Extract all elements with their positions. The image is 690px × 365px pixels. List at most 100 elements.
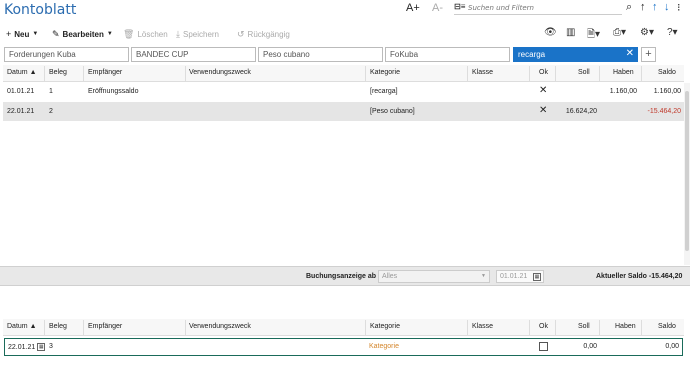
column-header-datum[interactable]: Datum ▲ — [7, 69, 37, 76]
cell-datum: 22.01.21 — [7, 108, 35, 115]
editor-header-soll: Soll — [578, 323, 590, 330]
cell-kategorie: [recarga] — [370, 88, 398, 95]
delete-button-label: Löschen — [137, 29, 168, 39]
buchungsanzeige-value: Alles — [382, 273, 398, 280]
editor-header-ok: Ok — [539, 323, 548, 330]
editor-header-kategorie: Kategorie — [370, 323, 400, 330]
scrollbar-thumb[interactable] — [685, 91, 689, 251]
arrow-up-icon[interactable]: ↑ — [652, 1, 658, 13]
previous-icon[interactable]: ↑ — [640, 1, 646, 13]
editor-header-saldo: Saldo — [658, 323, 676, 330]
cell-kategorie: [Peso cubano] — [370, 108, 415, 115]
filter-chip-forderungen-kuba[interactable]: Forderungen Kuba — [4, 47, 129, 62]
table-row[interactable]: 01.01.21 1 Eröffnungssaldo [recarga] ✕ 1… — [3, 82, 684, 101]
column-header-empfaenger[interactable]: Empfänger — [88, 69, 122, 76]
editor-kategorie-input[interactable]: Kategorie — [369, 343, 399, 350]
vertical-scrollbar[interactable] — [684, 83, 690, 265]
cell-saldo: 1.160,00 — [653, 88, 681, 95]
editor-ok-checkbox[interactable] — [539, 342, 548, 351]
current-balance: Aktueller Saldo -15.464,20 — [596, 273, 683, 280]
editor-header-verwendungszweck: Verwendungszweck — [189, 323, 251, 330]
column-header-kategorie[interactable]: Kategorie — [370, 69, 400, 76]
arrow-down-icon[interactable]: ↓ — [664, 1, 670, 13]
table-header: Datum ▲ Beleg Empfänger Verwendungszweck… — [3, 65, 684, 82]
columns-icon[interactable]: ▥ — [566, 27, 575, 38]
column-header-haben[interactable]: Haben — [613, 69, 634, 76]
eye-icon[interactable]: 👁 — [544, 27, 557, 38]
filter-list-icon: ⊟≡ — [454, 2, 466, 11]
export-icon[interactable]: 🗎▾ — [587, 27, 600, 44]
cell-saldo: -15.464,20 — [647, 108, 681, 115]
editor-klasse-input[interactable] — [470, 343, 528, 353]
more-icon[interactable]: ⁝ — [677, 1, 681, 14]
cell-beleg: 1 — [49, 88, 53, 95]
column-header-soll[interactable]: Soll — [578, 69, 590, 76]
date-from-field[interactable]: 01.01.21 ▦ — [496, 270, 544, 283]
cell-datum: 01.01.21 — [7, 88, 35, 95]
editor-header-beleg: Beleg — [49, 323, 67, 330]
cell-beleg: 2 — [49, 108, 53, 115]
editor-header: Datum ▲ Beleg Empfänger Verwendungszweck… — [3, 319, 684, 336]
search-icon[interactable]: ⌕ — [626, 1, 632, 14]
sort-asc-icon: ▲ — [29, 69, 37, 76]
editor-header-datum: Datum ▲ — [7, 323, 37, 330]
editor-header-klasse: Klasse — [472, 323, 494, 330]
buchungsanzeige-label: Buchungsanzeige ab — [306, 273, 377, 280]
sort-asc-icon: ▲ — [29, 323, 37, 330]
save-button[interactable]: ⤓ Speichern — [176, 28, 219, 40]
undo-button[interactable]: ↺ Rückgängig — [237, 28, 290, 40]
calendar-icon[interactable]: ▦ — [533, 273, 541, 281]
search-input[interactable] — [468, 3, 618, 13]
print-icon[interactable]: ⎙▾ — [613, 27, 626, 38]
editor-haben-input[interactable] — [602, 343, 640, 353]
calendar-icon[interactable]: ▦ — [37, 343, 46, 351]
filter-chip-recarga-label: recarga — [518, 50, 546, 59]
editor-header-empfaenger: Empfänger — [88, 323, 123, 330]
filter-chip-bandec-cup[interactable]: BANDEC CUP — [131, 47, 256, 62]
search-box[interactable]: ⊟≡ — [454, 2, 622, 15]
window-title: Kontoblatt — [4, 2, 77, 18]
transaction-editor-row[interactable]: 22.01.21 ▦ 3 Kategorie 0,00 0,00 — [4, 338, 683, 356]
cell-soll: 16.624,20 — [565, 108, 597, 115]
filter-chip-peso-cubano[interactable]: Peso cubano — [258, 47, 383, 62]
download-icon: ⤓ — [176, 28, 180, 39]
editor-date-value: 22.01.21 — [8, 343, 36, 351]
cleared-x-icon[interactable]: ✕ — [539, 85, 547, 96]
column-header-saldo[interactable]: Saldo — [658, 69, 676, 76]
edit-button[interactable]: ✎ Bearbeiten ▼ — [52, 28, 113, 40]
chevron-down-icon: ▼ — [32, 31, 39, 37]
gear-icon[interactable]: ⚙▾ — [640, 27, 654, 38]
new-button[interactable]: + Neu ▼ — [6, 28, 38, 40]
editor-date-input[interactable]: 22.01.21 ▦ — [8, 343, 46, 351]
column-header-ok[interactable]: Ok — [539, 69, 548, 76]
cell-haben: 1.160,00 — [609, 88, 637, 95]
delete-button[interactable]: 🗑 Löschen — [123, 28, 168, 40]
cell-empfaenger: Eröffnungssaldo — [88, 88, 139, 95]
font-smaller-icon[interactable]: A- — [432, 2, 443, 14]
cleared-x-icon[interactable]: ✕ — [539, 105, 547, 116]
undo-button-label: Rückgängig — [247, 29, 290, 39]
filter-chip-recarga[interactable]: recarga ✕ — [513, 47, 638, 62]
pencil-icon: ✎ — [52, 28, 60, 39]
help-icon[interactable]: ?▾ — [667, 27, 678, 38]
date-from-value: 01.01.21 — [500, 273, 528, 280]
editor-empfaenger-input[interactable] — [86, 343, 186, 353]
column-header-klasse[interactable]: Klasse — [472, 69, 493, 76]
editor-zweck-input[interactable] — [187, 343, 365, 353]
save-button-label: Speichern — [182, 29, 220, 39]
add-filter-button[interactable]: + — [641, 47, 656, 62]
editor-beleg-input[interactable]: 3 — [49, 343, 53, 350]
table-row[interactable]: 22.01.21 2 [Peso cubano] ✕ 16.624,20 -15… — [3, 102, 684, 121]
font-bigger-icon[interactable]: A+ — [406, 2, 420, 14]
column-header-beleg[interactable]: Beleg — [49, 69, 67, 76]
undo-icon: ↺ — [237, 28, 245, 39]
editor-header-haben: Haben — [615, 323, 636, 330]
chevron-down-icon: ▼ — [106, 31, 113, 37]
status-bar: Buchungsanzeige ab Alles ▼ 01.01.21 ▦ Ak… — [0, 266, 690, 286]
close-icon[interactable]: ✕ — [626, 48, 634, 59]
buchungsanzeige-select[interactable]: Alles ▼ — [378, 270, 490, 283]
chevron-down-icon: ▼ — [481, 273, 486, 279]
column-header-verwendungszweck[interactable]: Verwendungszweck — [189, 69, 251, 76]
filter-chip-fokuba[interactable]: FoKuba — [385, 47, 510, 62]
editor-soll-input[interactable]: 0,00 — [557, 343, 597, 350]
